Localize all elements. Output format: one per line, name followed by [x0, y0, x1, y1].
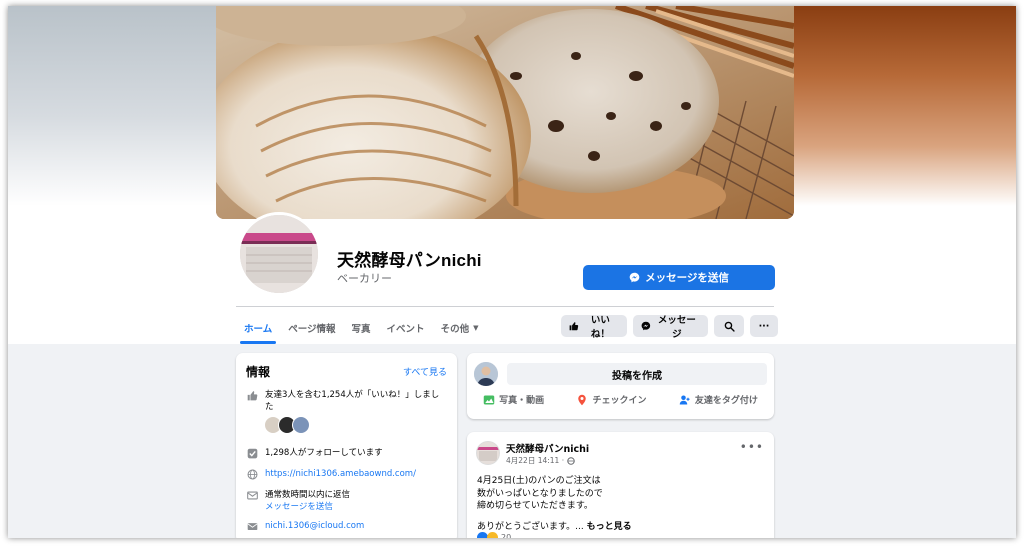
page-title: 天然酵母パンnichi: [337, 251, 482, 270]
see-more-link[interactable]: もっと見る: [587, 522, 632, 532]
website-row: https://nichi1306.amebaownd.com/: [246, 468, 416, 480]
checkin-button[interactable]: チェックイン: [576, 393, 647, 406]
create-post-card: 投稿を作成 写真・動画 チェックイン 友達をタグ付け: [467, 353, 774, 419]
search-button[interactable]: [714, 315, 744, 337]
website-link[interactable]: https://nichi1306.amebaownd.com/: [265, 468, 416, 480]
tag-friends-button[interactable]: 友達をタグ付け: [679, 393, 758, 406]
like-button[interactable]: いいね！: [561, 315, 627, 340]
profile-picture[interactable]: [237, 212, 321, 296]
post-text-line: 数がいっぱいとなりましたので: [477, 488, 603, 499]
like-label: いいね！: [590, 315, 610, 340]
thumbs-up-icon: [569, 322, 579, 331]
messenger-icon: [641, 321, 651, 331]
envelope-icon: [246, 520, 258, 532]
tab-home-label: ホーム: [244, 324, 273, 335]
search-icon: [724, 321, 735, 332]
cover-backdrop-right: [794, 6, 1016, 206]
email-link[interactable]: nichi.1306@icloud.com: [265, 520, 364, 532]
message-button[interactable]: メッセージ: [633, 315, 708, 340]
photo-video-label: 写真・動画: [499, 396, 545, 406]
post-author-avatar[interactable]: [476, 441, 500, 465]
tab-about-label: ページ情報: [288, 324, 336, 335]
photo-video-button[interactable]: 写真・動画: [483, 393, 544, 406]
care-reaction-icon: [487, 532, 498, 538]
tab-more-label: その他: [440, 324, 470, 335]
email-row: nichi.1306@icloud.com: [246, 520, 364, 532]
checkin-label: チェックイン: [592, 396, 647, 406]
globe-icon: [567, 456, 575, 465]
browser-frame: 天然酵母パンnichi ベーカリー メッセージを送信 ホーム ページ情報 写真 …: [8, 6, 1016, 538]
header-divider: [236, 306, 774, 307]
page-tabs: ホーム ページ情報 写真 イベント その他 ▼: [236, 312, 486, 344]
post-text-line: 締め切らせていただきます。: [477, 501, 593, 511]
post-card: 天然酵母パンnichi 4月22日 14:11 · ••• 4月25日(土)のパ…: [467, 432, 774, 538]
page-actions: いいね！ メッセージ ···: [561, 315, 778, 340]
tab-more[interactable]: その他 ▼: [433, 312, 487, 344]
create-post-input[interactable]: 投稿を作成: [507, 363, 767, 385]
response-info: 通常数時間以内に返信 メッセージを送信: [265, 489, 350, 513]
tab-home[interactable]: ホーム: [236, 312, 280, 344]
cover-photo[interactable]: [216, 6, 794, 219]
messenger-icon: [629, 272, 640, 283]
more-options-icon: ···: [758, 320, 770, 332]
photo-icon: [483, 395, 495, 404]
friend-avatar[interactable]: [292, 416, 310, 434]
thumbs-up-icon: [246, 389, 258, 401]
post-meta: 4月22日 14:11 ·: [506, 455, 575, 466]
tab-events-label: イベント: [386, 324, 425, 335]
reaction-count: 20: [501, 533, 512, 538]
user-photo: [474, 362, 498, 386]
cover-backdrop-left: [8, 6, 218, 206]
mail-reply-icon: [246, 489, 258, 501]
post-body: 4月25日(土)のパンのご注文は 数がいっぱいとなりましたので 締め切らせていた…: [477, 475, 632, 533]
page-category[interactable]: ベーカリー: [337, 270, 392, 286]
globe-icon: [246, 468, 258, 480]
followers-row: 1,298人がフォローしています: [246, 447, 383, 459]
followers-text: 1,298人がフォローしています: [265, 448, 383, 458]
tab-photos-label: 写真: [351, 324, 371, 335]
post-author-name[interactable]: 天然酵母パンnichi: [506, 441, 589, 455]
reactions-summary[interactable]: 20: [477, 532, 511, 538]
caret-down-icon: ▼: [473, 324, 479, 332]
location-pin-icon: [578, 394, 587, 405]
page-avatar-image: [477, 442, 499, 464]
send-message-link[interactable]: メッセージを送信: [265, 501, 350, 513]
message-label: メッセージ: [657, 315, 696, 340]
composer-avatar[interactable]: [474, 362, 498, 386]
tab-photos[interactable]: 写真: [344, 312, 379, 344]
post-text-last: ありがとうございます。...: [477, 521, 584, 532]
likes-row: 友達3人を含む1,254人が「いいね！」しました: [246, 389, 446, 413]
likes-text: 友達3人を含む1,254人が「いいね！」しました: [265, 390, 440, 412]
friend-avatars: [264, 416, 310, 434]
tab-about[interactable]: ページ情報: [280, 312, 343, 344]
response-row: 通常数時間以内に返信 メッセージを送信: [246, 489, 350, 513]
tab-events[interactable]: イベント: [379, 312, 433, 344]
send-message-label: メッセージを送信: [645, 272, 729, 284]
post-date[interactable]: 4月22日 14:11 ·: [506, 455, 564, 466]
tag-friends-icon: [679, 395, 690, 404]
response-time-text: 通常数時間以内に返信: [265, 490, 351, 500]
send-message-button[interactable]: メッセージを送信: [583, 265, 775, 290]
post-text-line: 4月25日(土)のパンのご注文は: [477, 476, 601, 486]
composer-actions: 写真・動画 チェックイン 友達をタグ付け: [467, 393, 774, 406]
cover-bread-image: [216, 6, 794, 219]
post-options-button[interactable]: •••: [740, 440, 764, 454]
tag-friends-label: 友達をタグ付け: [694, 396, 758, 406]
see-all-link[interactable]: すべて見る: [403, 365, 447, 378]
page-header: 天然酵母パンnichi ベーカリー メッセージを送信 ホーム ページ情報 写真 …: [8, 6, 1016, 344]
more-options-button[interactable]: ···: [750, 315, 778, 337]
profile-image: [240, 215, 318, 293]
followers-icon: [246, 447, 258, 459]
